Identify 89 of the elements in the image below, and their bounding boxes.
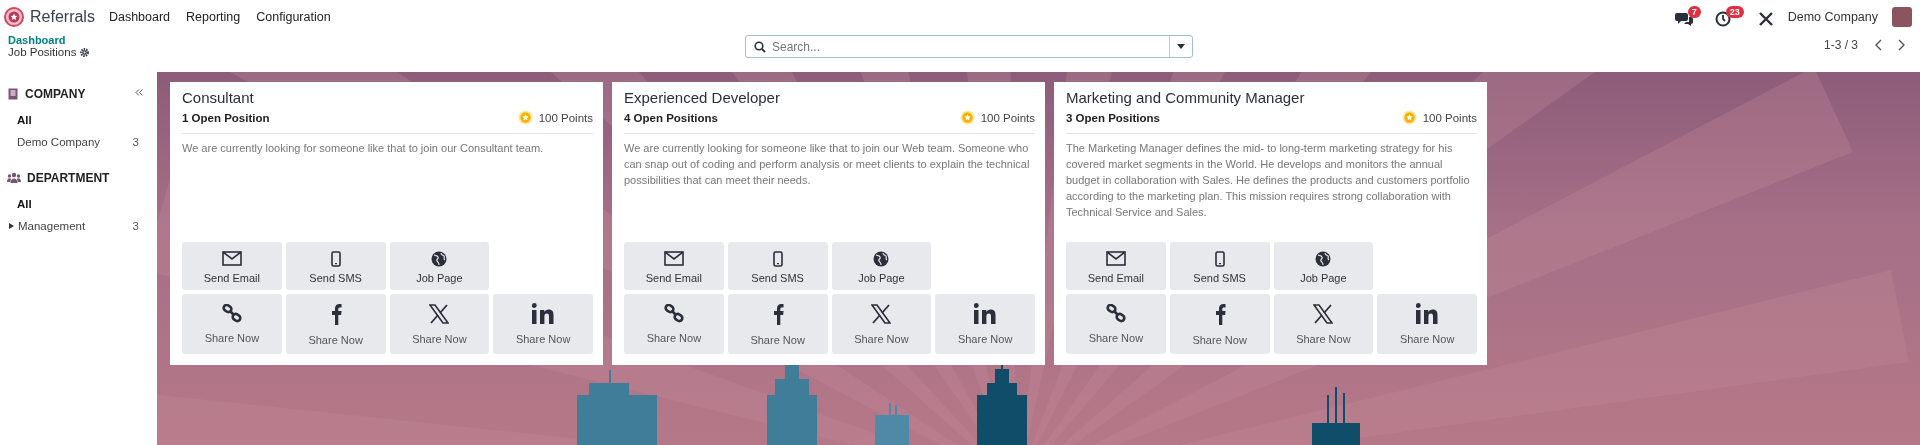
open-positions-count: 1 Open Position (182, 111, 270, 124)
job-title: Experienced Developer (624, 89, 781, 106)
phone-icon (772, 250, 783, 267)
x-logo-icon (429, 303, 450, 324)
globe-icon (873, 250, 890, 267)
chevron-right-icon[interactable] (1898, 39, 1906, 51)
facebook-logo-icon (1213, 302, 1226, 325)
star-coin-icon (1401, 110, 1417, 125)
envelope-icon (1105, 250, 1126, 267)
star-coin-icon (517, 110, 533, 125)
share-button[interactable]: Share Now (389, 294, 490, 354)
send-sms-button[interactable]: Send SMS (1169, 242, 1270, 290)
linkedin-logo-icon (532, 303, 555, 324)
points-value: 100 Points (1422, 111, 1477, 124)
filter-section-title: DEPARTMENT (27, 171, 110, 185)
gear-icon[interactable] (79, 46, 91, 58)
x-logo-icon (1313, 303, 1334, 324)
open-positions-count: 4 Open Positions (624, 111, 718, 124)
job-description: We are currently looking for someone like that to join our Consultant team. (182, 141, 545, 156)
job-title: Consultant (182, 89, 255, 106)
caret-right-icon (9, 223, 14, 229)
filter-item[interactable]: Management 3 (7, 217, 149, 235)
share-button[interactable]: Share Now (1169, 294, 1270, 354)
breadcrumb-current: Job Positions (8, 46, 77, 58)
search-bar[interactable]: Search... (745, 35, 1193, 58)
job-page-button[interactable]: Job Page (831, 242, 932, 290)
filter-item[interactable]: All (7, 195, 149, 213)
app-name[interactable]: Referrals (30, 8, 95, 26)
send-email-button[interactable]: Send Email (182, 242, 282, 290)
search-icon (754, 40, 766, 53)
share-button[interactable]: Share Now (493, 294, 593, 354)
phone-icon (1214, 250, 1225, 267)
share-button[interactable]: Share Now (727, 294, 828, 354)
star-coin-icon (959, 110, 975, 125)
job-title: Marketing and Community Manager (1066, 89, 1306, 106)
building-drawing (875, 403, 909, 445)
share-button[interactable]: Share Now (182, 294, 282, 354)
share-button[interactable]: Share Now (831, 294, 932, 354)
building-drawing (1312, 387, 1360, 445)
envelope-icon (221, 250, 242, 267)
globe-icon (431, 250, 448, 267)
open-positions-count: 3 Open Positions (1066, 111, 1160, 124)
job-page-button[interactable]: Job Page (389, 242, 490, 290)
share-button[interactable]: Share Now (285, 294, 386, 354)
menu-item[interactable]: Configuration (256, 10, 331, 24)
caret-down-icon (1177, 44, 1185, 49)
menu-item[interactable]: Dashboard (108, 10, 171, 24)
share-button[interactable]: Share Now (624, 294, 724, 354)
points-value: 100 Points (980, 111, 1035, 124)
x-logo-icon (871, 303, 892, 324)
search-input[interactable]: Search... (770, 38, 1169, 55)
share-button[interactable]: Share Now (1273, 294, 1374, 354)
send-sms-button[interactable]: Send SMS (285, 242, 386, 290)
message-count-badge: 7 (1687, 6, 1701, 18)
pager-value[interactable]: 1-3 / 3 (1823, 38, 1858, 52)
facebook-logo-icon (771, 302, 784, 325)
linkedin-logo-icon (1416, 303, 1439, 324)
chat-icon[interactable] (1674, 11, 1693, 27)
company-switcher[interactable]: Demo Company (1787, 10, 1878, 24)
globe-icon (1315, 250, 1332, 267)
people-icon (7, 172, 21, 184)
job-page-button[interactable]: Job Page (1273, 242, 1374, 290)
app-logo-icon (4, 7, 24, 27)
chain-link-icon (1105, 304, 1126, 323)
chain-link-icon (221, 304, 242, 323)
double-chevron-left-icon[interactable] (135, 89, 143, 96)
share-button[interactable]: Share Now (1377, 294, 1477, 354)
send-email-button[interactable]: Send Email (624, 242, 724, 290)
share-button[interactable]: Share Now (1066, 294, 1166, 354)
envelope-icon (663, 250, 684, 267)
filter-item[interactable]: All (7, 111, 149, 129)
chevron-left-icon[interactable] (1874, 39, 1882, 51)
clock-icon[interactable] (1714, 11, 1731, 27)
building-icon (7, 88, 19, 100)
share-button[interactable]: Share Now (935, 294, 1035, 354)
job-description: The Marketing Manager defines the mid- to long-term marketing strategy for his covered market segments in the World. He develops and monitors the annual budget in collaboration with Sales. He defines the products and customers portfolio according to the marketing plan. This mission requires strong collaboration with Technical Service and Sales. (1066, 141, 1471, 220)
breadcrumb-link[interactable]: Dashboard (8, 34, 358, 46)
send-sms-button[interactable]: Send SMS (727, 242, 828, 290)
menu-item[interactable]: Reporting (186, 10, 241, 24)
filter-item[interactable]: Demo Company 3 (7, 133, 149, 151)
send-email-button[interactable]: Send Email (1066, 242, 1166, 290)
activity-count-badge: 23 (1725, 6, 1744, 18)
chain-link-icon (663, 304, 684, 323)
phone-icon (330, 250, 341, 267)
linkedin-logo-icon (974, 303, 997, 324)
points-value: 100 Points (538, 111, 593, 124)
filter-section-title: COMPANY (25, 87, 86, 101)
facebook-logo-icon (329, 302, 342, 325)
job-description: We are currently looking for someone like that to join our Web team. Someone who can snap out of coding and perform analysis or meet clients to explain the technical possibilities that can meet their needs. (624, 141, 1031, 188)
